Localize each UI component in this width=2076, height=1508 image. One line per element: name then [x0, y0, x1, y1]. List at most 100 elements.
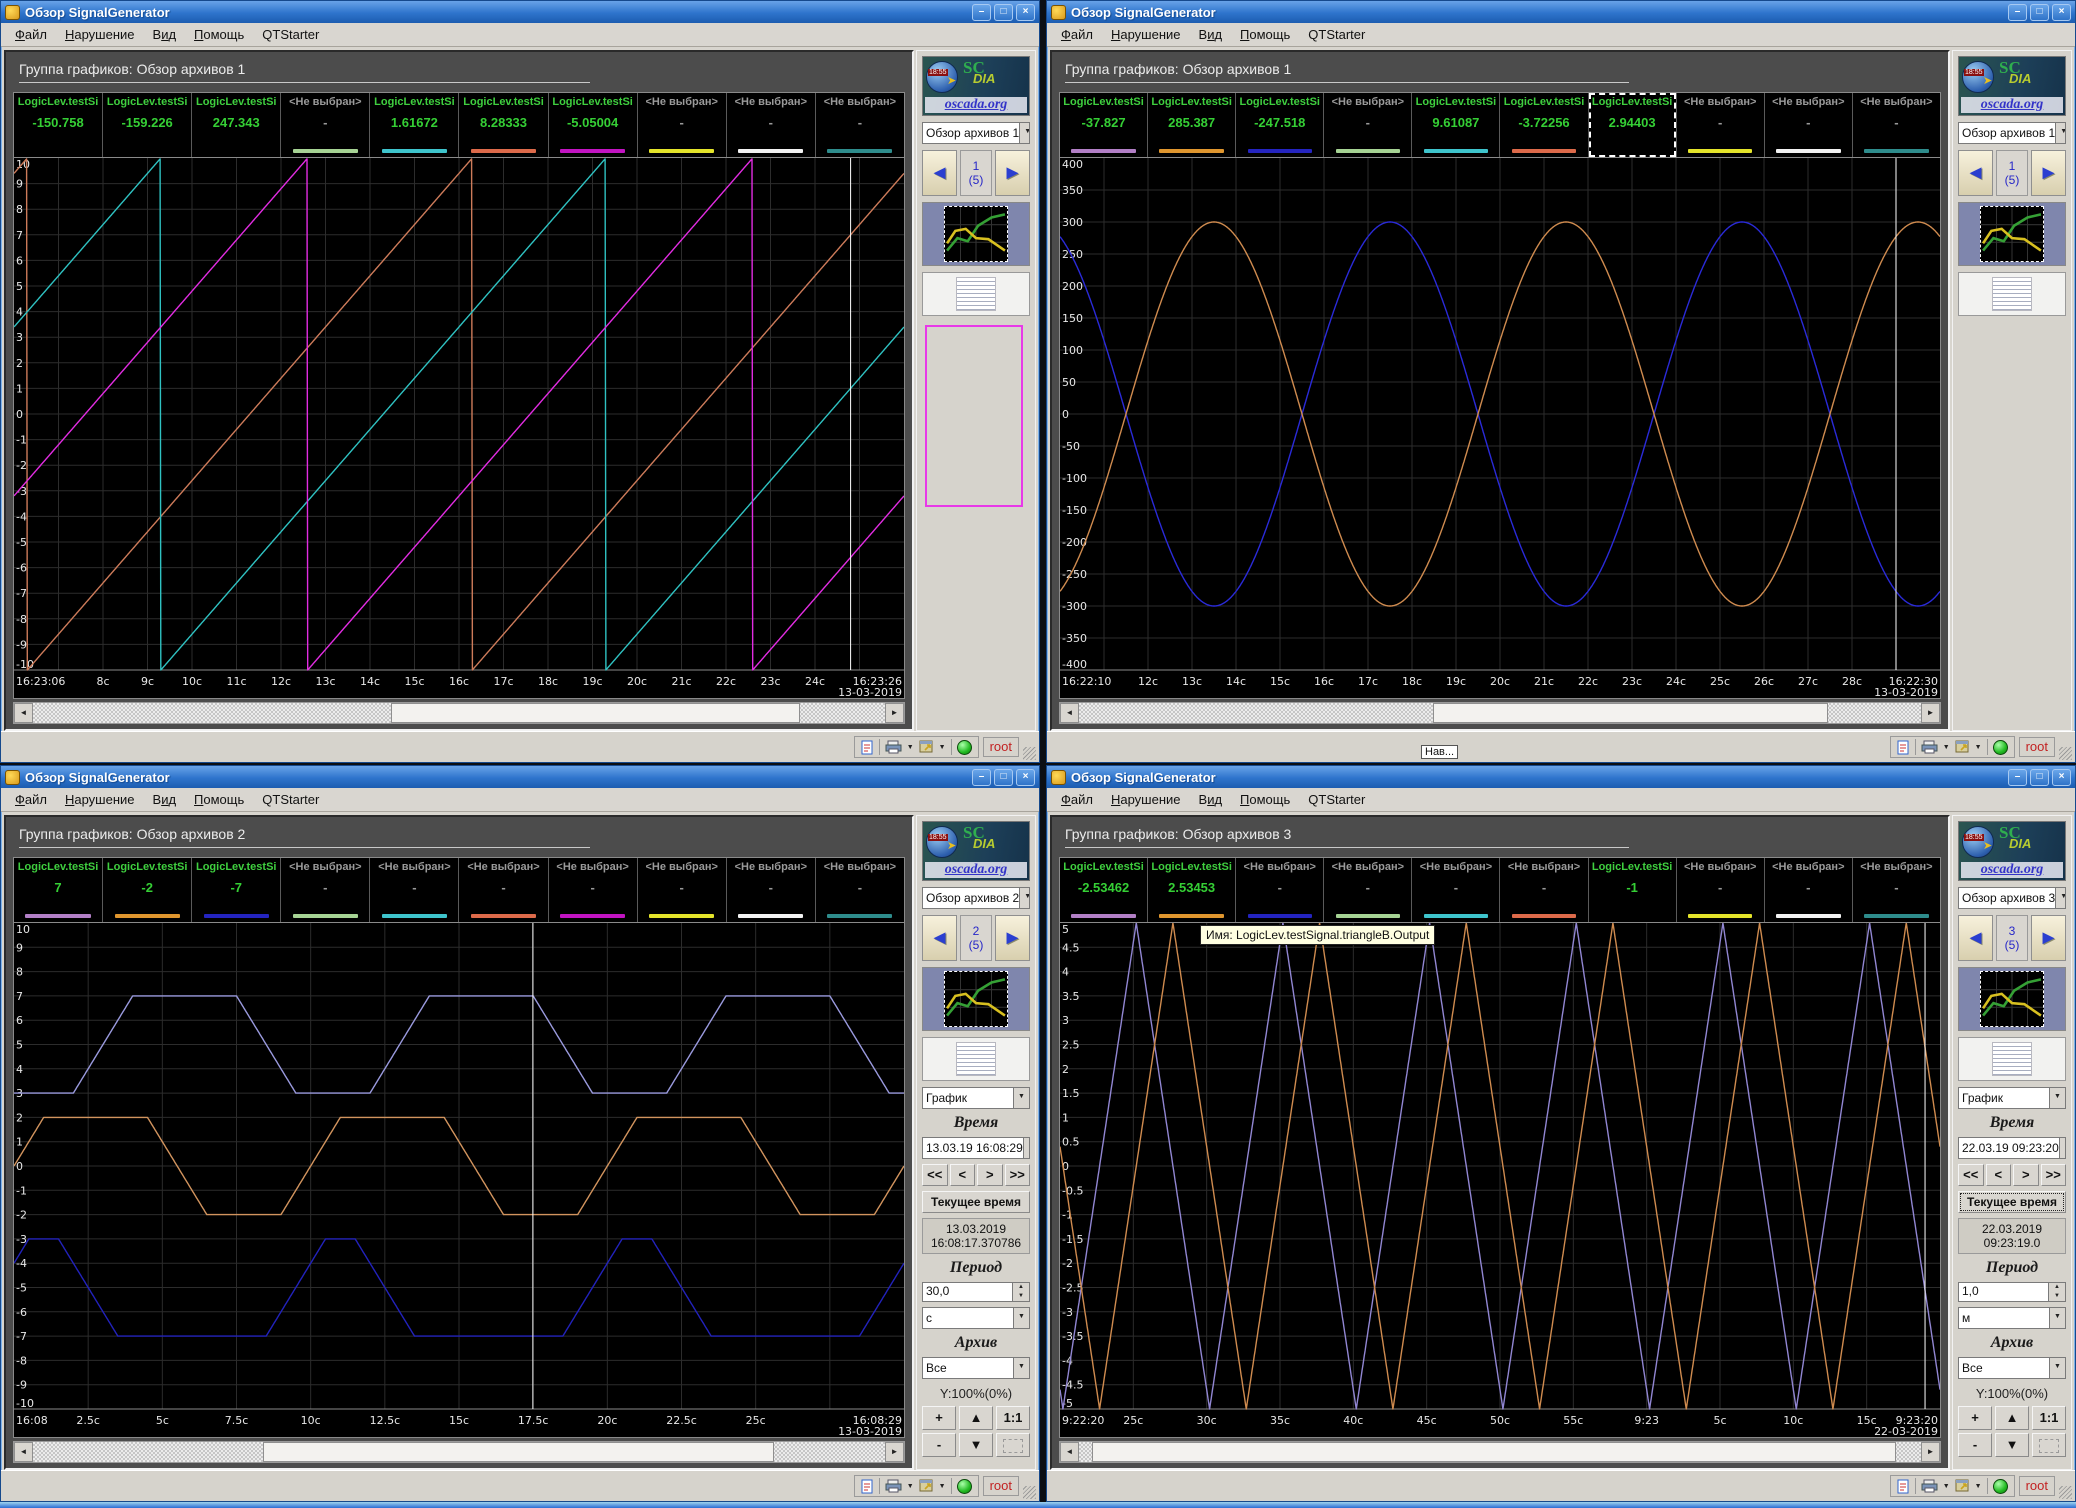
step-far-back-button[interactable]: <<	[1958, 1164, 1984, 1186]
shift-down-button[interactable]: ▼	[959, 1433, 993, 1457]
period-spinbox[interactable]: 1,0 ▲ ▼	[1958, 1282, 2066, 1302]
alarm-indicator-led[interactable]	[1993, 1479, 2008, 1494]
signal-cell[interactable]: LogicLev.testSi -7	[192, 858, 281, 922]
scrollbar-track[interactable]	[1079, 1442, 1921, 1462]
signal-cell[interactable]: LogicLev.testSi 9.61087	[1412, 93, 1500, 157]
chevron-down-icon[interactable]: ▼	[1975, 744, 1982, 751]
menu-qtstarter[interactable]: QTStarter	[1300, 790, 1373, 809]
menu-qtstarter[interactable]: QTStarter	[254, 790, 327, 809]
signal-cell[interactable]: <Не выбран> -	[459, 858, 548, 922]
chart-scrollbar[interactable]: ◄ ►	[13, 1441, 905, 1463]
signal-cell[interactable]: <Не выбран> -	[1324, 93, 1412, 157]
menu-violation[interactable]: Нарушение	[57, 790, 143, 809]
trend-view-thumbnail[interactable]	[1958, 202, 2066, 266]
chevron-down-icon[interactable]: ▼	[1013, 1088, 1029, 1108]
signal-cell[interactable]: <Не выбран> -	[816, 858, 904, 922]
user-badge[interactable]: root	[983, 1476, 1019, 1496]
next-page-button[interactable]: ►	[995, 150, 1030, 196]
trend-chart[interactable]: 109876543210-1-2-3-4-5-6-7-8-9-108с9с10с…	[14, 158, 904, 698]
signal-cell[interactable]: <Не выбран> -	[1677, 858, 1765, 922]
menu-file[interactable]: Файл	[1053, 25, 1101, 44]
printer-icon[interactable]	[1921, 1479, 1938, 1493]
scroll-right-button[interactable]: ►	[885, 703, 904, 723]
signal-cell[interactable]: LogicLev.testSi -150.758	[14, 93, 103, 157]
chevron-down-icon[interactable]: ▼	[907, 1483, 914, 1490]
period-value[interactable]: 30,0	[922, 1282, 1013, 1302]
current-time-button[interactable]: Текущее время	[922, 1191, 1030, 1213]
signal-cell[interactable]: <Не выбран> -	[1853, 93, 1940, 157]
trend-view-thumbnail[interactable]	[922, 202, 1030, 266]
signal-cell[interactable]: <Не выбран> -	[1236, 858, 1324, 922]
archive-group-select[interactable]: Обзор архивов 1 ▼	[1958, 122, 2066, 144]
signal-cell[interactable]: LogicLev.testSi -2.53462	[1060, 858, 1148, 922]
signal-cell[interactable]: <Не выбран> -	[1765, 93, 1853, 157]
minimize-button[interactable]: –	[972, 769, 991, 786]
prev-page-button[interactable]: ◄	[922, 150, 957, 196]
signal-cell[interactable]: LogicLev.testSi -1	[1589, 858, 1677, 922]
chevron-down-icon[interactable]: ▼	[1019, 888, 1030, 908]
zoom-region-button[interactable]	[2032, 1433, 2066, 1457]
step-forward-button[interactable]: >	[977, 1164, 1003, 1186]
alarm-indicator-led[interactable]	[1993, 740, 2008, 755]
zoom-region-button[interactable]	[996, 1433, 1030, 1457]
window-titlebar[interactable]: Обзор SignalGenerator – □ ×	[1047, 1, 2075, 23]
document-view-thumbnail[interactable]	[922, 272, 1030, 316]
trend-view-thumbnail[interactable]	[1958, 967, 2066, 1031]
printer-icon[interactable]	[1921, 740, 1938, 754]
chart-scrollbar[interactable]: ◄ ►	[1059, 702, 1941, 724]
scrollbar-track[interactable]	[33, 1442, 885, 1462]
user-badge[interactable]: root	[983, 737, 1019, 757]
chevron-down-icon[interactable]: ▼	[1943, 1483, 1950, 1490]
archive-group-select[interactable]: Обзор архивов 1 ▼	[922, 122, 1030, 144]
signal-cell[interactable]: <Не выбран> -	[1853, 858, 1940, 922]
resize-grip[interactable]	[2059, 1486, 2072, 1499]
user-badge[interactable]: root	[2019, 737, 2055, 757]
window-titlebar[interactable]: Обзор SignalGenerator – □ ×	[1, 1, 1039, 23]
scrollbar-thumb[interactable]	[1433, 703, 1829, 723]
signal-cell[interactable]: LogicLev.testSi -247.518	[1236, 93, 1324, 157]
window-titlebar[interactable]: Обзор SignalGenerator – □ ×	[1, 766, 1039, 788]
archive-select[interactable]: Все ▼	[1958, 1357, 2066, 1379]
signal-cell[interactable]: LogicLev.testSi 1.61672	[370, 93, 459, 157]
export-panel-icon[interactable]	[919, 740, 934, 754]
maximize-button[interactable]: □	[994, 769, 1013, 786]
spinner-up-icon[interactable]: ▲	[2049, 1283, 2065, 1292]
signal-cell[interactable]: LogicLev.testSi -37.827	[1060, 93, 1148, 157]
chevron-down-icon[interactable]: ▼	[2059, 1138, 2066, 1158]
menu-file[interactable]: Файл	[1053, 790, 1101, 809]
resize-grip[interactable]	[1023, 747, 1036, 760]
shift-down-button[interactable]: ▼	[1995, 1433, 2029, 1457]
scroll-left-button[interactable]: ◄	[14, 703, 33, 723]
step-forward-button[interactable]: >	[2013, 1164, 2039, 1186]
menu-view[interactable]: Вид	[145, 790, 185, 809]
document-view-thumbnail[interactable]	[1958, 272, 2066, 316]
document-view-thumbnail[interactable]	[922, 1037, 1030, 1081]
menu-help[interactable]: Помощь	[1232, 790, 1298, 809]
period-value[interactable]: 1,0	[1958, 1282, 2049, 1302]
signal-cell[interactable]: LogicLev.testSi 2.53453	[1148, 858, 1236, 922]
view-mode-select[interactable]: График ▼	[922, 1087, 1030, 1109]
signal-cell[interactable]: <Не выбран> -	[1765, 858, 1853, 922]
minimize-button[interactable]: –	[972, 4, 991, 21]
close-button[interactable]: ×	[1016, 769, 1035, 786]
menu-help[interactable]: Помощь	[186, 25, 252, 44]
close-button[interactable]: ×	[2052, 4, 2071, 21]
next-page-button[interactable]: ►	[995, 915, 1030, 961]
document-icon[interactable]	[861, 740, 874, 755]
export-panel-icon[interactable]	[919, 1479, 934, 1493]
signal-cell[interactable]: LogicLev.testSi 247.343	[192, 93, 281, 157]
chevron-down-icon[interactable]: ▼	[1943, 744, 1950, 751]
prev-page-button[interactable]: ◄	[1958, 915, 1993, 961]
menu-view[interactable]: Вид	[145, 25, 185, 44]
scroll-left-button[interactable]: ◄	[1060, 703, 1079, 723]
menu-violation[interactable]: Нарушение	[1103, 790, 1189, 809]
document-icon[interactable]	[1897, 1479, 1910, 1494]
close-button[interactable]: ×	[2052, 769, 2071, 786]
zoom-in-button[interactable]: +	[1958, 1406, 1992, 1430]
signal-cell[interactable]: LogicLev.testSi -5.05004	[549, 93, 638, 157]
scrollbar-thumb[interactable]	[391, 703, 800, 723]
signal-cell[interactable]: LogicLev.testSi -3.72256	[1500, 93, 1588, 157]
archive-group-select[interactable]: Обзор архивов 3 ▼	[1958, 887, 2066, 909]
archive-group-select[interactable]: Обзор архивов 2 ▼	[922, 887, 1030, 909]
chevron-down-icon[interactable]: ▼	[939, 1483, 946, 1490]
